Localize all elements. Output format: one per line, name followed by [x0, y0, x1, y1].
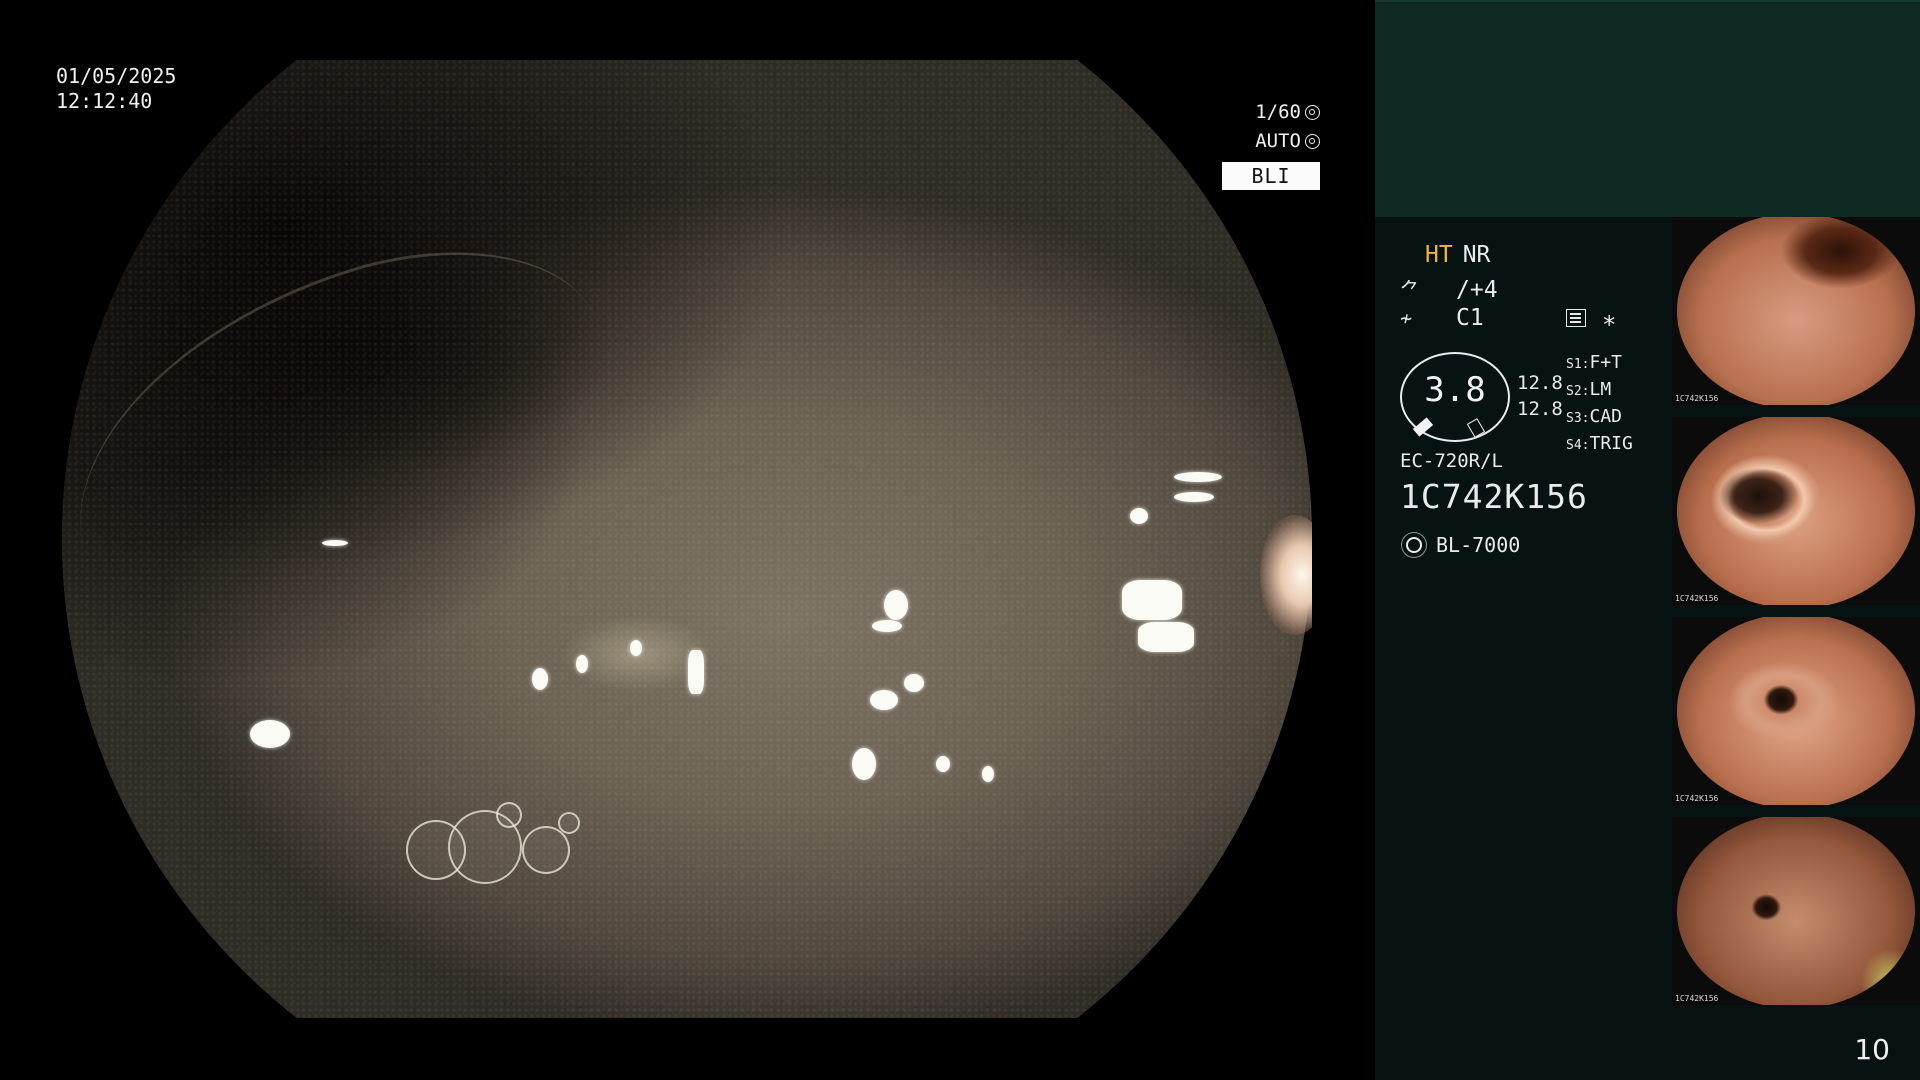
preset-item: S1:F+T [1566, 352, 1622, 373]
info-panel-header [1375, 0, 1920, 219]
enhancement-row: ⺈ /+4 [1400, 274, 1498, 303]
mucus-bubble [496, 802, 522, 828]
preset-value: CAD [1589, 406, 1622, 427]
ht-nr-row: HT NR [1425, 242, 1490, 268]
page-number: 10 [1854, 1033, 1890, 1066]
preset-list: S1:F+T S2:LM S3:CAD S4:TRIG [1566, 350, 1633, 458]
mucosa-texture [62, 60, 1312, 1018]
mucus-bubble [558, 812, 580, 834]
camera-settings: 1/60 AUTO [1255, 98, 1320, 156]
iris-icon [1305, 134, 1320, 149]
light-reflection [1174, 472, 1222, 482]
capture-thumbnail[interactable]: 1C742K156 [1672, 417, 1920, 605]
thumbnail-image [1676, 817, 1916, 1005]
preset-item: S2:LM [1566, 379, 1612, 400]
light-source: BL-7000 [1436, 533, 1521, 557]
nr-label: NR [1462, 242, 1491, 268]
light-reflection [936, 756, 950, 772]
mucus-bubble [522, 826, 570, 874]
capture-thumbnail[interactable]: 1C742K156 [1672, 217, 1920, 405]
enhancement-value: /+4 [1456, 277, 1498, 303]
preset-value: TRIG [1589, 433, 1633, 454]
preset-item: S3:CAD [1566, 406, 1622, 427]
preset-key: S3 [1566, 411, 1582, 426]
light-reflection [884, 590, 908, 620]
exposure-row: AUTO [1255, 127, 1320, 156]
capture-thumbnail[interactable]: 1C742K156 [1672, 817, 1920, 1005]
aperture-icon [1305, 105, 1320, 120]
endoscopy-screen: 01/05/2025 12:12:40 1/60 AUTO BLI HT NR ⺈… [0, 0, 1920, 1080]
light-reflection [322, 540, 348, 546]
light-reflection [852, 748, 876, 780]
exposure-value: AUTO [1255, 130, 1301, 152]
light-reflection [982, 766, 994, 782]
thumbnail-caption: 1C742K156 [1675, 794, 1719, 803]
star-icon: ∗ [1602, 306, 1617, 334]
thumbnail-image [1676, 617, 1916, 805]
light-reflection [532, 668, 548, 690]
thumbnail-image [1676, 417, 1916, 605]
color-row: ≁ C1 [1400, 305, 1484, 331]
scope-model: EC-720R/L [1400, 450, 1503, 472]
time-text: 12:12:40 [56, 89, 153, 113]
light-reflection [870, 690, 898, 710]
light-reflection [688, 650, 704, 694]
zoom-level-a: 12.8 [1517, 372, 1563, 394]
endoscope-view [62, 60, 1312, 1018]
lamp-icon [1406, 537, 1422, 553]
light-reflection [1122, 580, 1182, 620]
ht-label: HT [1425, 242, 1453, 268]
shutter-value: 1/60 [1255, 101, 1301, 123]
thumbnail-caption: 1C742K156 [1675, 394, 1719, 403]
light-reflection [630, 640, 642, 656]
light-reflection [1138, 622, 1194, 652]
color-value: C1 [1456, 305, 1484, 331]
imaging-mode-badge: BLI [1222, 162, 1320, 190]
preset-key: S1 [1566, 357, 1582, 372]
light-reflection [872, 620, 902, 632]
settings-list-icon [1566, 309, 1586, 327]
zoom-value: 3.8 [1424, 370, 1486, 410]
light-reflection [250, 720, 290, 748]
thumbnail-caption: 1C742K156 [1675, 994, 1719, 1003]
light-reflection [576, 655, 588, 673]
zoom-level-b: 12.8 [1517, 398, 1563, 420]
thumbnail-caption: 1C742K156 [1675, 594, 1719, 603]
light-reflection [1174, 492, 1214, 502]
preset-item: S4:TRIG [1566, 433, 1633, 454]
preset-value: F+T [1589, 352, 1622, 373]
shutter-row: 1/60 [1255, 98, 1320, 127]
thumbnail-image [1676, 217, 1916, 405]
timestamp: 01/05/2025 12:12:40 [56, 64, 176, 114]
preset-key: S2 [1566, 384, 1582, 399]
capture-thumbnail[interactable]: 1C742K156 [1672, 617, 1920, 805]
light-source-row: BL-7000 [1400, 533, 1520, 557]
color-icon: ≁ [1400, 306, 1413, 330]
enhancement-icon: ⺈ [1400, 278, 1420, 302]
date-text: 01/05/2025 [56, 64, 177, 88]
zoom-levels: 12.8 12.8 [1517, 370, 1563, 422]
light-reflection [904, 674, 924, 692]
preset-value: LM [1589, 379, 1612, 400]
light-reflection [1130, 508, 1148, 524]
preset-key: S4 [1566, 438, 1582, 453]
scope-serial: 1C742K156 [1400, 477, 1588, 516]
